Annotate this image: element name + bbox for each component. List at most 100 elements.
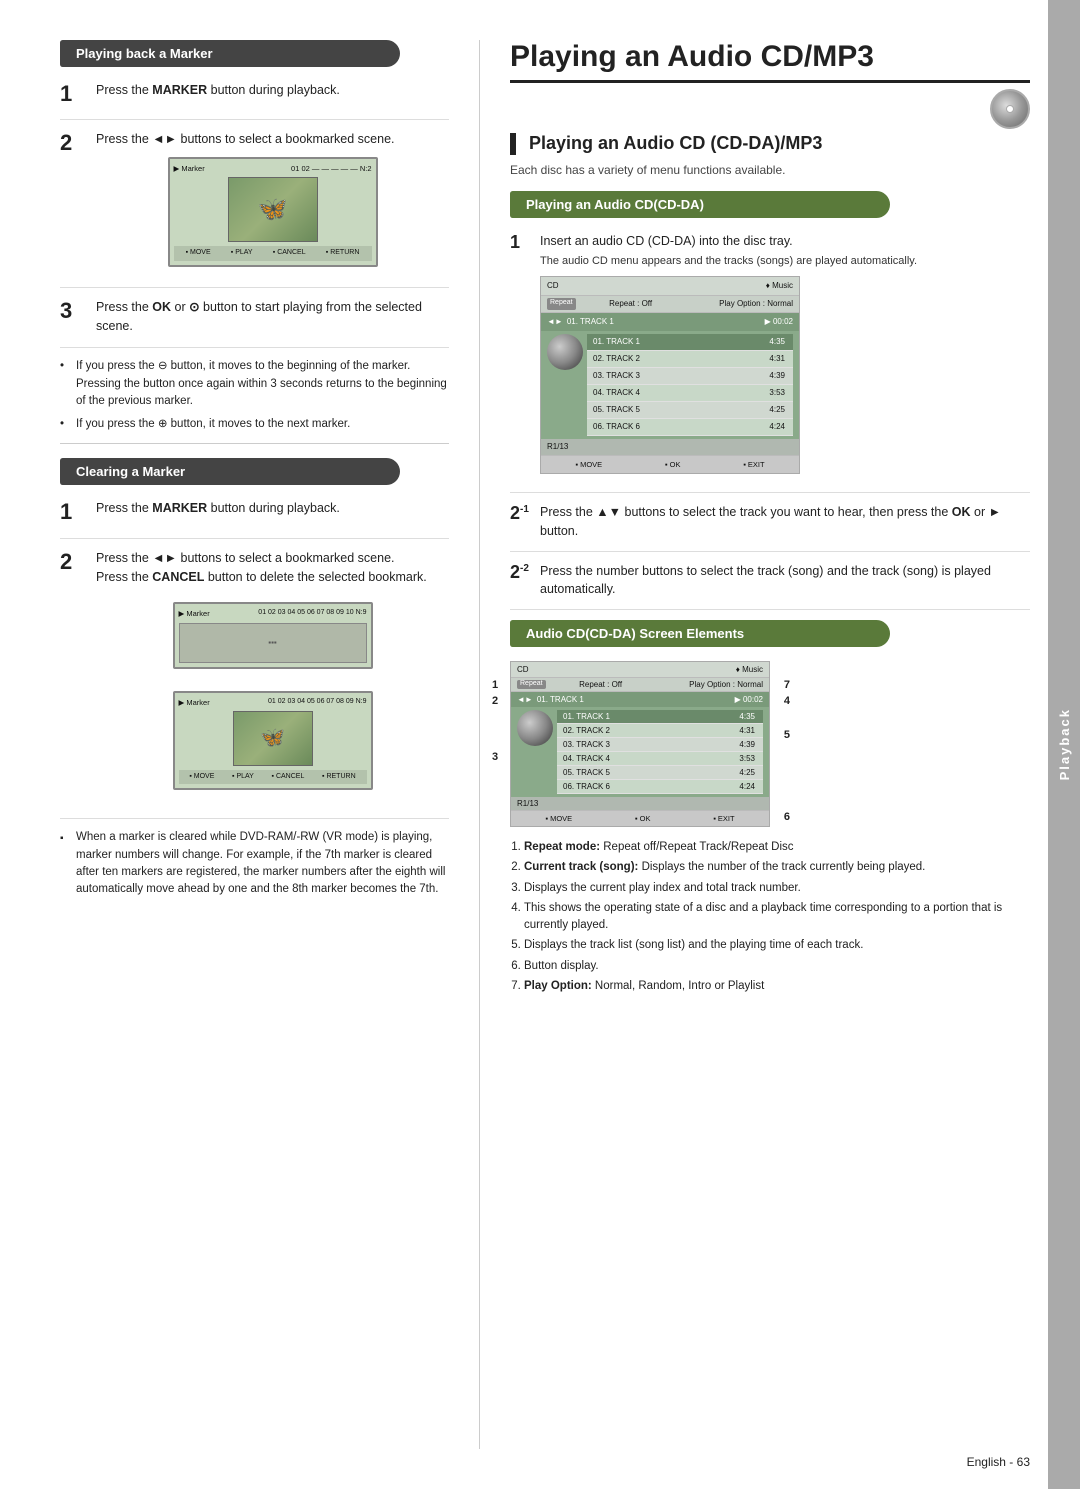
disc-visual xyxy=(547,334,583,370)
at3: 03. TRACK 3 xyxy=(563,740,610,749)
clearing-bullets: When a marker is cleared while DVD-RAM/-… xyxy=(60,829,449,898)
subsection-2-label: Audio CD(CD-DA) Screen Elements xyxy=(526,626,744,641)
annot-7-label: 7 xyxy=(784,679,790,691)
annot-2-label: 2 xyxy=(492,695,498,707)
right-step-1-content: Insert an audio CD (CD-DA) into the disc… xyxy=(540,232,1030,482)
t6-time: 4:24 xyxy=(769,421,785,433)
page-title-area: Playing an Audio CD/MP3 xyxy=(510,40,1030,83)
marker-nums-c2: 01 02 03 04 05 06 07 08 09 N:9 xyxy=(268,697,366,708)
annot-repeat-badge: Repeat xyxy=(517,680,546,689)
section-playing-back-marker: Playing back a Marker 1 Press the MARKER… xyxy=(60,40,449,433)
track-row-6: 06. TRACK 64:24 xyxy=(587,419,793,436)
at5: 05. TRACK 5 xyxy=(563,768,610,777)
at2t: 4:31 xyxy=(739,726,755,735)
disc-row: 01. TRACK 14:35 02. TRACK 24:31 03. TRAC… xyxy=(541,331,799,439)
annot-3-label: 3 xyxy=(492,751,498,763)
annot-btn-ok: ▪ OK xyxy=(635,814,651,823)
at4t: 3:53 xyxy=(739,754,755,763)
annot-now-playing-track: 01. TRACK 1 xyxy=(537,695,584,704)
annot-item-2: Current track (song): Displays the numbe… xyxy=(524,859,1030,876)
clearing-screen-2-img: 🦋 xyxy=(233,711,313,766)
play-option-label: Play Option : Normal xyxy=(719,298,793,310)
at2: 02. TRACK 2 xyxy=(563,726,610,735)
side-tab: Playback xyxy=(1048,0,1080,1489)
title-bar-icon xyxy=(510,133,516,155)
annot-music-label: ♦ Music xyxy=(736,665,763,674)
annot-index: R1/13 xyxy=(517,799,538,808)
annot-track-6: 06. TRACK 6 4:24 xyxy=(557,780,763,794)
clearing-screen-2: ▶ Marker 01 02 03 04 05 06 07 08 09 N:9 … xyxy=(173,691,373,791)
cd-icon-area xyxy=(510,89,1030,129)
annot-4-label: 4 xyxy=(784,695,790,707)
clear-step-2-content: Press the ◄► buttons to select a bookmar… xyxy=(96,549,449,807)
cd-screen-top: CD ♦ Music xyxy=(541,277,799,296)
page-main-title: Playing an Audio CD/MP3 xyxy=(510,40,1030,83)
annot-btn-move: ▪ MOVE xyxy=(545,814,572,823)
annot-disc-row: 01. TRACK 1 4:35 02. TRACK 2 4:31 03. TRAC… xyxy=(511,707,769,797)
side-tab-label: Playback xyxy=(1057,708,1072,780)
marker-label-c2: ▶ Marker xyxy=(179,697,210,708)
repeat-badge: Repeat xyxy=(547,298,576,310)
step-sup-1: -1 xyxy=(520,504,529,515)
cd-music-label: ♦ Music xyxy=(766,280,793,292)
btn2-cancel: ▪ CANCEL xyxy=(272,772,305,783)
right-step-2-2-content: Press the number buttons to select the t… xyxy=(540,562,1030,600)
marker-image: 🦋 xyxy=(228,177,318,242)
index-label: R1/13 xyxy=(547,441,568,453)
clearing-screen-1-bg: ▪▪▪ xyxy=(179,623,367,663)
bullet-2: If you press the ⊕ button, it moves to t… xyxy=(60,416,449,433)
btn-return: ▪ RETURN xyxy=(326,248,360,259)
marker-screen-1: ▶ Marker 01 02 — — — — — N:2 🦋 ▪ MOVE ▪ … xyxy=(168,157,378,267)
cd-repeat-row: Repeat Repeat : Off Play Option : Normal xyxy=(541,296,799,313)
at6t: 4:24 xyxy=(739,782,755,791)
cd-label: CD xyxy=(547,280,559,292)
right-section-title-text: Playing an Audio CD (CD-DA)/MP3 xyxy=(529,133,822,153)
t2-name: 02. TRACK 2 xyxy=(593,353,640,365)
clear-step-number-1: 1 xyxy=(60,499,88,525)
right-section-title: Playing an Audio CD (CD-DA)/MP3 xyxy=(510,133,1030,155)
right-step-num-2-1: 2-1 xyxy=(510,503,540,525)
now-playing-track: 01. TRACK 1 xyxy=(567,316,614,328)
track-list: 01. TRACK 14:35 02. TRACK 24:31 03. TRAC… xyxy=(587,334,793,436)
annot-6-label: 6 xyxy=(784,811,790,823)
annot-1-label: 1 xyxy=(492,679,498,691)
annot-track-list: 01. TRACK 1 4:35 02. TRACK 2 4:31 03. TRAC… xyxy=(557,710,763,794)
marker-screen-header: ▶ Marker 01 02 — — — — — N:2 xyxy=(174,163,372,174)
clear-step-1: 1 Press the MARKER button during playbac… xyxy=(60,499,449,538)
butterfly-2-icon: 🦋 xyxy=(260,723,285,753)
clear-step-number-2: 2 xyxy=(60,549,88,575)
step-2-playback: 2 Press the ◄► buttons to select a bookm… xyxy=(60,130,449,288)
subsection-1-label: Playing an Audio CD(CD-DA) xyxy=(526,197,704,212)
clearing-screen-1-header: ▶ Marker 01 02 03 04 05 06 07 08 09 10 N… xyxy=(179,608,367,619)
marker-positions: 01 02 — — — — — N:2 xyxy=(291,163,371,174)
footer-separator: - xyxy=(1009,1455,1013,1469)
at3t: 4:39 xyxy=(739,740,755,749)
annot-track-3: 03. TRACK 3 4:39 xyxy=(557,738,763,752)
at1: 01. TRACK 1 xyxy=(563,712,610,721)
right-step-1-note: The audio CD menu appears and the tracks… xyxy=(540,255,917,267)
now-playing-time: ▶ 00:02 xyxy=(765,316,793,328)
subsection-header-2: Audio CD(CD-DA) Screen Elements xyxy=(510,620,890,647)
annot-item-1: Repeat mode: Repeat off/Repeat Track/Rep… xyxy=(524,839,1030,856)
track-row-1: 01. TRACK 14:35 xyxy=(587,334,793,351)
page-container: Playing back a Marker 1 Press the MARKER… xyxy=(0,0,1080,1489)
at6: 06. TRACK 6 xyxy=(563,782,610,791)
annot-cd-bottom: ▪ MOVE ▪ OK ▪ EXIT xyxy=(511,810,769,826)
cd-hole-icon xyxy=(1006,105,1014,113)
step-number-2: 2 xyxy=(60,130,88,156)
t5-name: 05. TRACK 5 xyxy=(593,404,640,416)
annot-repeat-text: Repeat : Off xyxy=(579,680,622,689)
right-step-2-1-content: Press the ▲▼ buttons to select the track… xyxy=(540,503,1030,541)
right-step-1: 1 Insert an audio CD (CD-DA) into the di… xyxy=(510,232,1030,493)
at1t: 4:35 xyxy=(739,712,755,721)
t1-name: 01. TRACK 1 xyxy=(593,336,640,348)
clearing-bullet-1: When a marker is cleared while DVD-RAM/-… xyxy=(60,829,449,898)
t4-time: 3:53 xyxy=(769,387,785,399)
footer-page: 63 xyxy=(1017,1455,1030,1469)
clearing-placeholder-1: ▪▪▪ xyxy=(268,637,277,649)
clear-step-2: 2 Press the ◄► buttons to select a bookm… xyxy=(60,549,449,820)
annot-index-row: R1/13 xyxy=(511,797,769,810)
annot-play-option: Play Option : Normal xyxy=(689,680,763,689)
step-3-playback: 3 Press the OK or ⊙ button to start play… xyxy=(60,298,449,349)
track-row-5: 05. TRACK 54:25 xyxy=(587,402,793,419)
